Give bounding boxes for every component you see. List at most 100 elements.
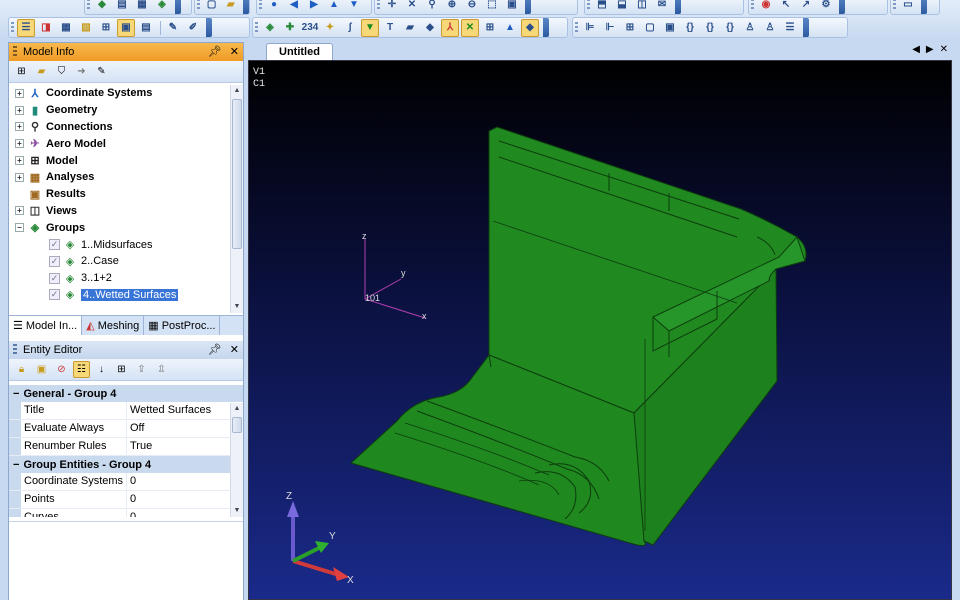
lock2-icon[interactable]: ▣ xyxy=(33,361,50,378)
pick-icon[interactable]: ↗ xyxy=(797,0,815,14)
property-row[interactable]: Coordinate Systems 0 xyxy=(9,473,243,491)
categorized-icon[interactable]: ☷ xyxy=(73,361,90,378)
tree-item[interactable]: ✓ ◈ 2..Case xyxy=(9,253,231,270)
expander-icon[interactable]: + xyxy=(15,172,24,182)
scroll-up-icon[interactable]: ▲ xyxy=(231,85,243,97)
expander-icon[interactable]: + xyxy=(15,105,24,115)
cursor-icon[interactable]: ↖ xyxy=(777,0,795,14)
back-icon[interactable]: ◀ xyxy=(285,0,303,14)
property-category[interactable]: − Group Entities - Group 4 xyxy=(9,456,243,473)
property-value[interactable]: Off xyxy=(127,420,243,437)
property-value[interactable]: 0 xyxy=(127,473,243,490)
delete-icon[interactable]: ⊘ xyxy=(53,361,70,378)
cut-icon[interactable]: ▦ xyxy=(133,0,151,14)
forward-icon[interactable]: ▶ xyxy=(305,0,323,14)
arrow-tool-icon[interactable]: ⊞ xyxy=(481,19,499,37)
mail-icon[interactable]: ✉ xyxy=(653,0,671,14)
cross-tool-icon[interactable]: ✕ xyxy=(461,18,479,37)
brace3-icon[interactable]: {} xyxy=(721,19,739,37)
arrow-icon[interactable]: ➜ xyxy=(73,63,90,80)
person-icon[interactable]: ♙ xyxy=(741,19,759,37)
point-icon[interactable]: ✦ xyxy=(321,19,339,37)
scroll-thumb[interactable] xyxy=(232,417,242,433)
hide-icon[interactable]: ⬓ xyxy=(613,0,631,14)
filter-icon[interactable]: ⛉ xyxy=(53,63,70,80)
tab-meshing[interactable]: ◭ Meshing xyxy=(82,316,145,335)
property-category[interactable]: − General - Group 4 xyxy=(9,385,243,402)
brush-icon[interactable]: ✎ xyxy=(93,63,110,80)
curve-icon[interactable]: ʃ xyxy=(341,19,359,37)
close-icon[interactable]: ✕ xyxy=(230,343,239,356)
lock-icon[interactable]: 🔒︎ xyxy=(13,361,30,378)
layers-icon[interactable]: ◫ xyxy=(633,0,651,14)
person2-icon[interactable]: ♙ xyxy=(761,19,779,37)
number-icon[interactable]: 234 xyxy=(301,19,319,37)
property-value[interactable]: 0 xyxy=(127,509,243,517)
table-icon[interactable]: ⊞ xyxy=(97,19,115,37)
node-icon[interactable]: ✚ xyxy=(281,19,299,37)
properties-icon[interactable]: ⊞ xyxy=(113,361,130,378)
mesh-icon[interactable]: ◈ xyxy=(261,19,279,37)
tree-item[interactable]: + ⊞ Model xyxy=(9,152,231,169)
pin-icon[interactable]: 📌︎ xyxy=(208,343,222,356)
settings-icon[interactable]: ⚙ xyxy=(817,0,835,14)
tree-view-icon[interactable]: ⊞ xyxy=(13,63,30,80)
sort-az-icon[interactable]: ↓ xyxy=(93,361,110,378)
render-icon[interactable]: ⬒ xyxy=(593,0,611,14)
surface-icon[interactable]: ▼ xyxy=(361,18,379,37)
fit-icon[interactable]: ⬚ xyxy=(483,0,501,14)
tab-prev-icon[interactable]: ◀ xyxy=(912,44,920,55)
tree-item[interactable]: ▣ Results xyxy=(9,186,231,203)
pin-icon[interactable]: 📌︎ xyxy=(208,45,222,58)
property-row[interactable]: Curves 0 xyxy=(9,509,243,517)
frame-icon[interactable]: ▢ xyxy=(641,19,659,37)
frame2-icon[interactable]: ▣ xyxy=(661,19,679,37)
meshing-icon[interactable]: ▦ xyxy=(57,19,75,37)
tree-item[interactable]: ✓ ◈ 1..Midsurfaces xyxy=(9,236,231,253)
export-icon[interactable]: ⇪ xyxy=(133,361,150,378)
volume-icon[interactable]: ▰ xyxy=(401,19,419,37)
tree-scrollbar[interactable]: ▲ ▼ xyxy=(230,85,243,313)
tab-postproc[interactable]: ▦ PostProc... xyxy=(144,316,221,335)
pan-icon[interactable]: ✛ xyxy=(383,0,401,14)
data-icon[interactable]: ▤ xyxy=(137,19,155,37)
entity-editor-icon[interactable]: ◨ xyxy=(37,19,55,37)
edit-icon[interactable]: ✐ xyxy=(184,19,202,37)
property-row[interactable]: Evaluate Always Off xyxy=(9,420,243,438)
expander-icon[interactable]: + xyxy=(15,206,24,216)
copy-icon[interactable]: ◆ xyxy=(93,0,111,14)
close-doc-icon[interactable]: ✕ xyxy=(940,44,948,55)
filter-icon[interactable]: ◉ xyxy=(757,0,775,14)
checkbox-icon[interactable]: ✓ xyxy=(49,289,60,301)
brace2-icon[interactable]: {} xyxy=(701,19,719,37)
panel-icon[interactable]: ▣ xyxy=(117,18,135,37)
property-row[interactable]: Points 0 xyxy=(9,491,243,509)
new-icon[interactable]: ▢ xyxy=(203,0,220,14)
scroll-down-icon[interactable]: ▼ xyxy=(231,301,243,313)
checkbox-icon[interactable]: ✓ xyxy=(49,272,60,284)
axes-tool-icon[interactable]: ⅄ xyxy=(441,18,459,37)
tree-item[interactable]: + ✈ Aero Model xyxy=(9,135,231,152)
rotate-icon[interactable]: ✕ xyxy=(403,0,421,14)
model-geometry[interactable] xyxy=(350,126,807,546)
checkbox-icon[interactable]: ✓ xyxy=(49,255,60,267)
open-icon[interactable]: ▰ xyxy=(222,0,239,14)
window-icon[interactable]: ▭ xyxy=(899,0,917,14)
zoom-out-icon[interactable]: ⊖ xyxy=(463,0,481,14)
property-value[interactable]: Wetted Surfaces xyxy=(127,402,243,419)
tree-item[interactable]: − ◈ Groups xyxy=(9,219,231,236)
close-icon[interactable]: ✕ xyxy=(230,45,239,58)
scroll-up-icon[interactable]: ▲ xyxy=(231,403,243,415)
scroll-down-icon[interactable]: ▼ xyxy=(231,505,243,517)
tree-item[interactable]: + ▦ Analyses xyxy=(9,169,231,186)
tree-item[interactable]: + ◫ Views xyxy=(9,203,231,220)
property-row[interactable]: Title Wetted Surfaces xyxy=(9,402,243,420)
tab-model-info[interactable]: ☰ Model In... xyxy=(9,316,83,335)
tab-untitled[interactable]: Untitled xyxy=(266,43,333,60)
checkbox-icon[interactable]: ✓ xyxy=(49,239,60,251)
view-icon[interactable]: ◈ xyxy=(153,0,171,14)
import-icon[interactable]: ⇫ xyxy=(153,361,170,378)
align-center-icon[interactable]: ⊩ xyxy=(601,19,619,37)
constraint-icon[interactable]: ◆ xyxy=(521,18,539,37)
property-row[interactable]: Renumber Rules True xyxy=(9,438,243,456)
